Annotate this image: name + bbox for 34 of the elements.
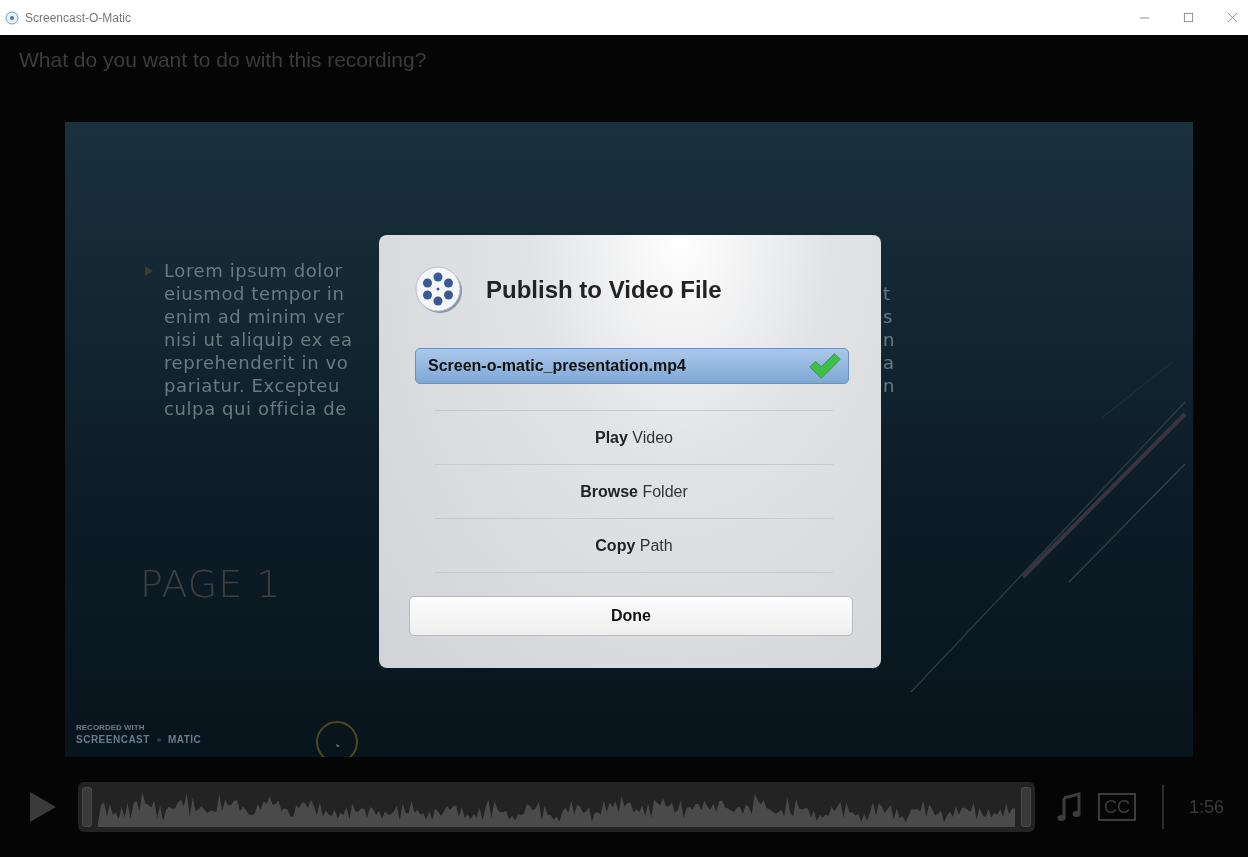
maximize-icon[interactable]: [1183, 12, 1194, 23]
slide-text: reprehenderit in vo: [164, 351, 350, 374]
slide-text: n: [883, 374, 895, 397]
dialog-title: Publish to Video File: [486, 276, 722, 304]
slide-text: a: [883, 351, 895, 374]
timeline-track[interactable]: [78, 782, 1035, 832]
slide-text: culpa qui officia de: [164, 397, 348, 420]
close-icon[interactable]: [1227, 12, 1238, 23]
slide-text: s: [883, 305, 894, 328]
cursor-highlight-icon: [315, 720, 359, 757]
slide-text: enim ad minim ver: [164, 305, 346, 328]
filename-field[interactable]: Screen-o-matic_presentation.mp4: [415, 348, 849, 384]
logo-text: MATIC: [167, 734, 202, 745]
trim-handle[interactable]: [1021, 787, 1031, 827]
option-link[interactable]: Copy Path: [435, 519, 833, 573]
bullet-icon: [145, 266, 153, 276]
option-link[interactable]: Browse Folder: [435, 465, 833, 519]
app-icon: [5, 10, 19, 25]
slide-text: pariatur. Excepteu: [164, 374, 341, 397]
slide-text: nisi ut aliquip ex ea: [164, 328, 353, 351]
slide-text: eiusmod tempor in: [164, 282, 346, 305]
done-button[interactable]: Done: [409, 596, 853, 636]
music-note-icon[interactable]: [1057, 792, 1081, 822]
logo-dot-icon: [155, 736, 162, 743]
logo-caption: RECORDED WITH: [76, 723, 146, 732]
trim-handle[interactable]: [82, 787, 92, 827]
play-icon[interactable]: [30, 792, 56, 822]
logo-text: SCREENCAST: [76, 734, 150, 745]
slide-text: t: [883, 282, 892, 305]
slide-text: Lorem ipsum dolor: [164, 259, 344, 282]
window-title: Screencast-O-Matic: [25, 10, 132, 25]
slide-text: n: [883, 328, 895, 351]
option-link[interactable]: Play Video: [435, 411, 833, 465]
film-reel-icon: [414, 265, 464, 315]
